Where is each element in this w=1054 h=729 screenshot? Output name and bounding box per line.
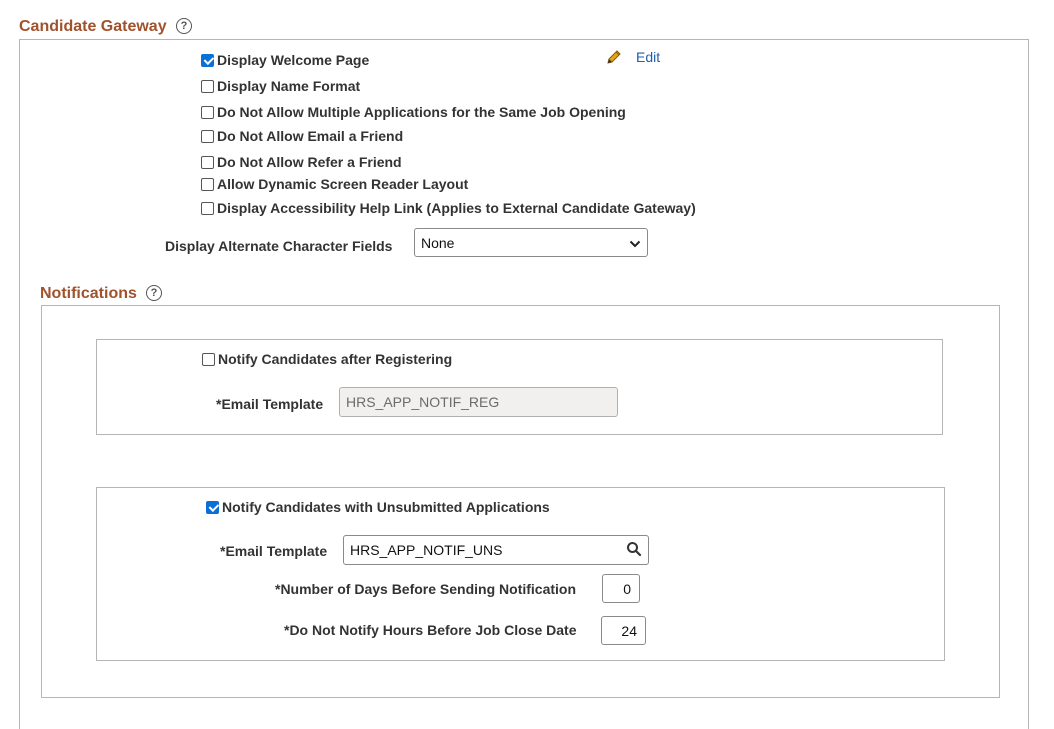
checkbox[interactable] (201, 155, 214, 169)
registering-template-field: HRS_APP_NOTIF_REG (339, 387, 618, 417)
alt-char-label: Display Alternate Character Fields (165, 238, 393, 254)
pencil-icon[interactable] (605, 48, 623, 66)
help-icon[interactable]: ? (146, 285, 162, 301)
registering-template-label: *Email Template (216, 396, 324, 412)
chevron-down-icon (629, 235, 641, 251)
notify-unsubmitted[interactable]: Notify Candidates with Unsubmitted Appli… (206, 499, 550, 515)
unsubmitted-template-label: *Email Template (220, 543, 328, 559)
checkbox[interactable] (201, 53, 214, 67)
days-label: *Number of Days Before Sending Notificat… (275, 581, 577, 597)
notify-after-registering[interactable]: Notify Candidates after Registering (202, 351, 452, 367)
notifications-title: Notifications (40, 285, 137, 302)
option-display-name-format[interactable]: Display Name Format (201, 78, 360, 94)
days-input[interactable]: 0 (602, 574, 640, 603)
option-accessibility-help-link[interactable]: Display Accessibility Help Link (Applies… (201, 200, 696, 216)
option-no-refer-friend[interactable]: Do Not Allow Refer a Friend (201, 154, 402, 170)
alt-char-select[interactable]: None (414, 228, 648, 257)
search-icon[interactable] (626, 541, 642, 560)
help-icon[interactable]: ? (176, 18, 192, 34)
unsubmitted-template-value: HRS_APP_NOTIF_UNS (350, 542, 503, 558)
hours-label: *Do Not Notify Hours Before Job Close Da… (284, 622, 577, 638)
option-no-multiple-applications[interactable]: Do Not Allow Multiple Applications for t… (201, 104, 626, 120)
checkbox[interactable] (201, 79, 214, 93)
checkbox[interactable] (201, 129, 214, 143)
checkbox[interactable] (201, 177, 214, 191)
option-dynamic-screen-reader[interactable]: Allow Dynamic Screen Reader Layout (201, 176, 468, 192)
alt-char-selected-value: None (421, 234, 455, 251)
unsubmitted-template-field[interactable]: HRS_APP_NOTIF_UNS (343, 535, 649, 565)
edit-link[interactable]: Edit (636, 49, 660, 65)
checkbox[interactable] (206, 500, 219, 514)
option-display-welcome-page[interactable]: Display Welcome Page (201, 52, 369, 68)
hours-input[interactable]: 24 (601, 616, 646, 645)
checkbox[interactable] (201, 105, 214, 119)
checkbox[interactable] (201, 201, 214, 215)
checkbox[interactable] (202, 352, 215, 366)
option-no-email-friend[interactable]: Do Not Allow Email a Friend (201, 128, 403, 144)
candidate-gateway-title: Candidate Gateway (19, 18, 167, 35)
